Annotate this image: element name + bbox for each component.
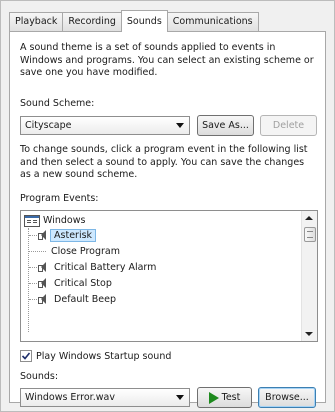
change-sounds-text: To change sounds, click a program event … (20, 144, 308, 180)
tree-root-label: Windows (43, 215, 86, 226)
chevron-down-icon (176, 395, 184, 400)
event-row-critical-battery-alarm[interactable]: Critical Battery Alarm (38, 260, 156, 275)
event-label-asterisk: Asterisk (50, 229, 97, 242)
program-events-label: Program Events: (20, 193, 99, 204)
sounds-panel: A sound theme is a set of sounds applied… (9, 31, 326, 408)
tab-playback[interactable]: Playback (9, 12, 64, 31)
event-label-close-program: Close Program (51, 246, 120, 257)
window-icon (24, 214, 40, 227)
scroll-down-icon[interactable] (305, 332, 313, 336)
sounds-value: Windows Error.wav (25, 392, 115, 403)
startup-sound-checkbox[interactable] (20, 350, 32, 362)
scroll-up-icon[interactable] (305, 216, 313, 220)
sounds-dropdown[interactable]: Windows Error.wav (20, 388, 190, 407)
event-label-critical-stop: Critical Stop (54, 278, 112, 289)
delete-button[interactable]: Delete (260, 115, 317, 136)
tab-recording[interactable]: Recording (62, 12, 122, 31)
speaker-icon (38, 294, 47, 305)
tree-branch (29, 251, 46, 252)
speaker-icon (38, 230, 47, 241)
sound-dialog: Playback Recording Sounds Communications… (0, 0, 335, 412)
chevron-down-icon (176, 123, 184, 128)
tree-branch (29, 283, 37, 284)
sound-scheme-dropdown[interactable]: Cityscape (20, 116, 190, 135)
speaker-icon (38, 278, 47, 289)
startup-sound-option[interactable]: Play Windows Startup sound (20, 350, 171, 362)
event-row-asterisk[interactable]: Asterisk (38, 228, 97, 243)
program-events-list[interactable]: Windows Asterisk Close Program Critical … (20, 210, 318, 342)
intro-text: A sound theme is a set of sounds applied… (20, 42, 314, 78)
sound-scheme-label: Sound Scheme: (20, 98, 95, 109)
scroll-thumb[interactable] (304, 227, 316, 242)
tree-root-row[interactable]: Windows (24, 213, 85, 228)
event-label-default-beep: Default Beep (54, 294, 116, 305)
checkmark-icon (21, 352, 31, 360)
events-scrollbar[interactable] (301, 211, 317, 341)
tab-sounds[interactable]: Sounds (120, 10, 168, 32)
tree-branch (29, 235, 37, 236)
event-row-close-program[interactable]: Close Program (51, 244, 120, 259)
tab-communications[interactable]: Communications (166, 12, 259, 31)
browse-button[interactable]: Browse... (258, 387, 316, 408)
tree-branch (29, 267, 37, 268)
event-label-critical-battery-alarm: Critical Battery Alarm (54, 262, 157, 273)
tree-line (28, 228, 29, 332)
test-button[interactable]: Test (197, 387, 252, 408)
tab-strip: Playback Recording Sounds Communications (9, 10, 259, 32)
startup-sound-label: Play Windows Startup sound (36, 350, 172, 362)
sound-scheme-value: Cityscape (25, 120, 72, 131)
event-row-default-beep[interactable]: Default Beep (38, 292, 116, 307)
event-row-critical-stop[interactable]: Critical Stop (38, 276, 112, 291)
test-button-label: Test (221, 392, 241, 403)
save-as-button[interactable]: Save As... (197, 115, 254, 136)
play-icon (208, 391, 219, 404)
sounds-label: Sounds: (20, 371, 59, 382)
tree-branch (29, 299, 37, 300)
speaker-icon (38, 262, 47, 273)
